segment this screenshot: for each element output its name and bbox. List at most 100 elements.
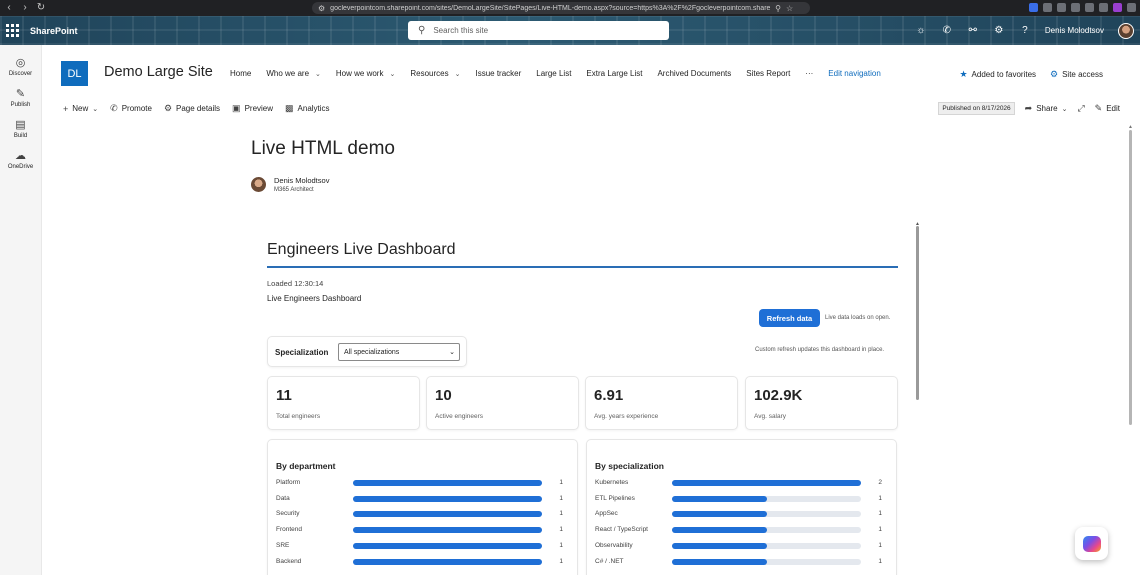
site-title[interactable]: Demo Large Site <box>104 64 213 80</box>
extension-icon[interactable] <box>1071 3 1080 12</box>
pencil-icon: ✎ <box>1094 103 1103 113</box>
preview-button[interactable]: ▣ Preview <box>232 103 273 114</box>
pen-icon: ✎ <box>15 88 26 100</box>
new-button[interactable]: + New ⌄ <box>63 103 98 114</box>
site-logo[interactable]: DL <box>61 61 88 86</box>
suite-app-name[interactable]: SharePoint <box>30 26 78 36</box>
dashboard-title-underline <box>267 266 898 268</box>
forward-icon[interactable]: › <box>20 0 30 16</box>
chart-title: By specialization <box>595 461 664 471</box>
megaphone-icon[interactable]: ✆ <box>941 25 953 36</box>
stat-label: Total engineers <box>276 413 321 420</box>
bar-label: Backend <box>276 557 302 565</box>
app-bar-item-discover[interactable]: ◎ Discover <box>0 57 41 77</box>
edit-button[interactable]: ✎ Edit <box>1095 103 1120 114</box>
user-avatar[interactable] <box>1118 22 1134 39</box>
favorites-button[interactable]: ★ Added to favorites <box>959 69 1036 80</box>
user-name[interactable]: Denis Molodtsov <box>1045 26 1104 35</box>
promote-button[interactable]: ✆ Promote <box>110 103 152 114</box>
site-info-icon[interactable]: ⚙ <box>318 4 325 13</box>
back-icon[interactable]: ‹ <box>4 0 14 16</box>
help-icon[interactable]: ? <box>1019 25 1031 36</box>
bar-value: 1 <box>878 494 882 502</box>
extension-icon[interactable] <box>1057 3 1066 12</box>
expand-icon: ⤢ <box>1077 103 1085 113</box>
browser-nav: ‹ › ↻ <box>0 0 60 16</box>
bar-row: Platform 1 <box>276 478 571 488</box>
expand-button[interactable]: ⤢ <box>1077 103 1084 114</box>
new-label: New <box>72 104 89 113</box>
address-bar[interactable]: ⚙ gocleverpointcom.sharepoint.com/sites/… <box>312 2 810 14</box>
nav-item-issue-tracker[interactable]: Issue tracker <box>475 69 521 78</box>
reload-icon[interactable]: ↻ <box>36 0 46 16</box>
filter-label: Specialization <box>275 348 329 357</box>
nav-item-how-we-work[interactable]: How we work ⌄ <box>336 69 395 78</box>
chevron-down-icon: ⌄ <box>1061 105 1068 113</box>
nav-label: How we work <box>335 69 384 78</box>
page-details-button[interactable]: ⚙ Page details <box>164 103 220 114</box>
search-input[interactable]: ⚲ Search this site <box>408 21 669 40</box>
nav-item-archived-documents[interactable]: Archived Documents <box>657 69 731 78</box>
nav-item-resources[interactable]: Resources ⌄ <box>410 69 460 78</box>
extension-icon[interactable] <box>1029 3 1038 12</box>
bar-row: Data 1 <box>276 494 571 504</box>
bar-row: Security 1 <box>276 509 571 519</box>
extension-icon[interactable] <box>1085 3 1094 12</box>
site-access-button[interactable]: ⚙ Site access <box>1050 69 1103 80</box>
bar-value: 1 <box>878 541 882 549</box>
stat-value: 10 <box>435 387 452 404</box>
app-bar-item-build[interactable]: ▤ Build <box>0 119 41 139</box>
page-scrollbar[interactable] <box>1129 130 1132 425</box>
bar-fill <box>353 495 542 502</box>
nav-item-sites-report[interactable]: Sites Report <box>746 69 790 78</box>
nav-item-large-list[interactable]: Large List <box>536 69 571 78</box>
nav-item-who-we-are[interactable]: Who we are ⌄ <box>266 69 321 78</box>
copilot-button[interactable] <box>1075 527 1108 560</box>
bar-row: React / TypeScript 1 <box>595 525 890 535</box>
author-role: M365 Architect <box>274 187 314 193</box>
analytics-button[interactable]: ▩ Analytics <box>285 103 330 114</box>
page-details-label: Page details <box>176 104 221 113</box>
nav-more-button[interactable]: ··· <box>805 69 813 78</box>
refresh-data-button[interactable]: Refresh data <box>759 309 820 327</box>
stat-value: 6.91 <box>594 387 624 404</box>
bar-track <box>353 527 542 534</box>
menu-icon[interactable] <box>1127 3 1136 12</box>
author-name[interactable]: Denis Molodtsov <box>274 176 329 185</box>
nav-item-home[interactable]: Home <box>230 69 251 78</box>
bar-track <box>353 542 542 549</box>
share-button[interactable]: ➦ Share ⌄ <box>1025 103 1068 114</box>
connect-icon[interactable]: ⚯ <box>967 25 979 36</box>
edit-navigation-link[interactable]: Edit navigation <box>828 69 880 78</box>
bar-row: C# / .NET 1 <box>595 557 890 567</box>
zoom-icon[interactable]: ⚲ <box>775 4 781 13</box>
app-launcher-icon[interactable] <box>6 24 28 37</box>
favorite-icon[interactable]: ☆ <box>786 4 793 13</box>
embed-scrollbar[interactable] <box>916 226 919 400</box>
specialization-chart-card: By specialization Kubernetes 2 ETL Pipelin… <box>586 439 897 575</box>
extension-icon[interactable] <box>1043 3 1052 12</box>
bar-row: AppSec 1 <box>595 509 890 519</box>
profile-icon[interactable] <box>1113 3 1122 12</box>
author-avatar[interactable] <box>251 177 266 192</box>
extension-icon[interactable] <box>1099 3 1108 12</box>
bar-value: 1 <box>878 510 882 518</box>
chevron-down-icon: ⌄ <box>454 70 461 78</box>
dashboard-subtitle: Live Engineers Dashboard <box>267 294 362 303</box>
bar-label: SRE <box>276 541 290 549</box>
preview-icon: ▣ <box>232 103 241 113</box>
specialization-select[interactable]: All specializations ⌄ <box>338 343 460 361</box>
bar-fill <box>672 495 767 502</box>
settings-icon[interactable]: ⚙ <box>993 25 1005 36</box>
app-bar-item-publish[interactable]: ✎ Publish <box>0 88 41 108</box>
nav-label: Archived Documents <box>657 69 732 78</box>
bar-fill <box>353 527 542 534</box>
url-text[interactable]: gocleverpointcom.sharepoint.com/sites/De… <box>330 5 770 12</box>
app-bar-item-onedrive[interactable]: ☁ OneDrive <box>0 150 41 170</box>
app-bar: ◎ Discover ✎ Publish ▤ Build ☁ OneDrive <box>0 45 42 575</box>
browser-toolbar: ‹ › ↻ ⚙ gocleverpointcom.sharepoint.com/… <box>0 0 1140 16</box>
lightbulb-icon[interactable]: ☼ <box>915 25 927 36</box>
bar-fill <box>353 558 542 565</box>
nav-item-extra-large-list[interactable]: Extra Large List <box>586 69 642 78</box>
bar-fill <box>353 480 542 486</box>
